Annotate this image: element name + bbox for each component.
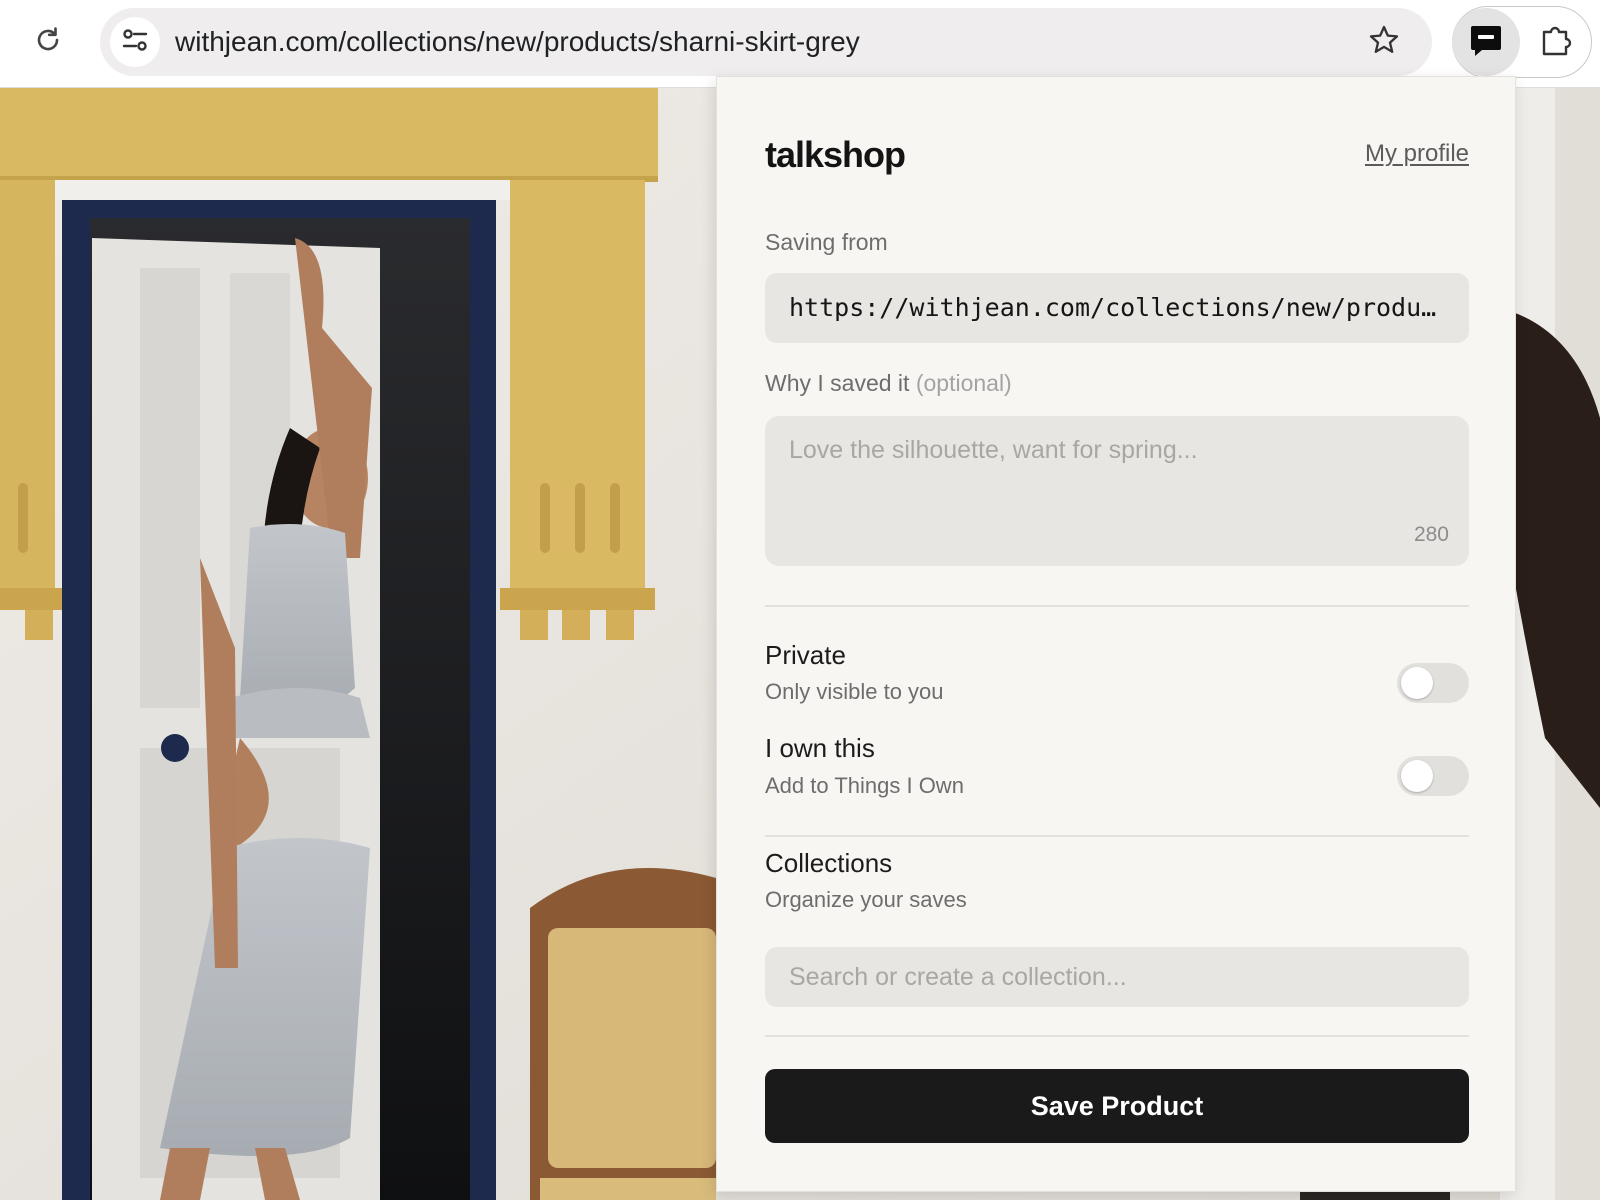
tune-icon — [120, 25, 150, 60]
why-saved-label-text: Why I saved it — [765, 370, 910, 396]
extensions-menu-button[interactable] — [1534, 20, 1578, 64]
own-subtitle: Add to Things I Own — [765, 773, 964, 798]
brand-logo: talkshop — [765, 134, 906, 175]
toggle-knob — [1401, 667, 1433, 699]
my-profile-link[interactable]: My profile — [1365, 140, 1469, 168]
talkshop-extension-button[interactable] — [1452, 8, 1520, 76]
why-saved-label: Why I saved it (optional) — [765, 370, 1012, 397]
own-title: I own this — [765, 733, 875, 763]
bookmark-button[interactable] — [1364, 22, 1404, 62]
toggle-knob — [1401, 760, 1433, 792]
puzzle-icon — [1538, 22, 1574, 63]
browser-toolbar: withjean.com/collections/new/products/sh… — [0, 0, 1600, 88]
talkshop-popup: talkshop My profile Saving from https://… — [716, 76, 1516, 1192]
private-toggle[interactable] — [1397, 663, 1469, 703]
private-title: Private — [765, 640, 846, 670]
source-url-field: https://withjean.com/collections/new/pro… — [765, 273, 1469, 343]
collections-title: Collections — [765, 848, 893, 878]
own-toggle[interactable] — [1397, 756, 1469, 796]
char-count: 280 — [1413, 523, 1449, 546]
collection-search-input[interactable] — [765, 947, 1469, 1007]
reload-icon — [34, 26, 62, 59]
address-bar[interactable]: withjean.com/collections/new/products/sh… — [100, 8, 1432, 76]
private-subtitle: Only visible to you — [765, 679, 944, 704]
optional-tag: (optional) — [915, 370, 1012, 396]
collections-subtitle: Organize your saves — [765, 887, 967, 912]
star-icon — [1368, 24, 1400, 61]
site-info-button[interactable] — [110, 17, 160, 67]
saving-from-label: Saving from — [765, 229, 888, 255]
reload-button[interactable] — [26, 20, 70, 64]
divider — [765, 1035, 1469, 1037]
url-text[interactable]: withjean.com/collections/new/products/sh… — [175, 8, 860, 76]
save-product-button[interactable]: Save Product — [765, 1069, 1469, 1143]
divider — [765, 605, 1469, 607]
divider — [765, 835, 1469, 837]
why-saved-textarea[interactable] — [765, 416, 1469, 566]
chat-bubble-icon — [1469, 23, 1503, 62]
